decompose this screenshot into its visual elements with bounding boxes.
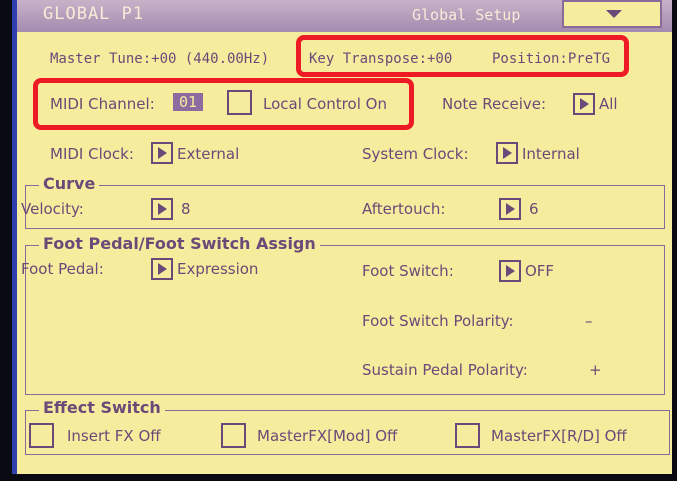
system-clock-label: System Clock: [362,145,469,163]
master-fx-rd-label: MasterFX[R/D] Off [491,427,627,445]
note-receive-popup-icon[interactable] [573,93,595,115]
sustain-pedal-polarity-label: Sustain Pedal Polarity: [362,361,528,379]
page-title: GLOBAL P1 [43,4,145,24]
velocity-value: 8 [181,200,191,218]
highlight-midi-channel [33,78,414,130]
curve-group [25,185,665,229]
master-fx-rd-checkbox[interactable] [455,423,480,448]
velocity-label: Velocity: [21,200,84,218]
title-bar: GLOBAL P1 Global Setup [17,0,672,32]
effect-switch-title: Effect Switch [39,398,165,417]
aftertouch-popup-icon[interactable] [499,198,521,220]
foot-switch-label: Foot Switch: [362,262,454,280]
aftertouch-value: 6 [529,200,539,218]
curve-title: Curve [39,174,100,193]
master-fx-mod-label: MasterFX[Mod] Off [257,427,398,445]
insert-fx-label: Insert FX Off [67,427,161,445]
foot-pedal-value: Expression [177,260,259,278]
system-clock-popup-icon[interactable] [496,142,518,164]
page-menu-button[interactable] [562,0,662,28]
foot-pedal-popup-icon[interactable] [151,258,173,280]
highlight-key-transpose [296,35,629,77]
midi-clock-label: MIDI Clock: [50,145,134,163]
aftertouch-label: Aftertouch: [362,200,446,218]
midi-clock-popup-icon[interactable] [151,142,173,164]
master-tune-field[interactable]: Master Tune:+00 (440.00Hz) [50,51,269,67]
note-receive-value: All [599,95,618,113]
foot-switch-popup-icon[interactable] [499,260,521,282]
foot-switch-polarity-value[interactable]: – [585,312,593,330]
foot-switch-value: OFF [525,262,555,280]
note-receive-label: Note Receive: [442,95,547,113]
midi-clock-value: External [177,145,240,163]
page-name: Global Setup [412,6,521,24]
master-fx-mod-checkbox[interactable] [221,423,246,448]
velocity-popup-icon[interactable] [151,198,173,220]
insert-fx-checkbox[interactable] [29,423,54,448]
foot-pedal-group [25,245,665,395]
chevron-down-icon [606,10,622,18]
foot-pedal-label: Foot Pedal: [21,260,104,278]
system-clock-value: Internal [522,145,580,163]
sustain-pedal-polarity-value[interactable]: + [589,361,602,379]
foot-pedal-title: Foot Pedal/Foot Switch Assign [39,234,320,253]
foot-switch-polarity-label: Foot Switch Polarity: [362,312,514,330]
